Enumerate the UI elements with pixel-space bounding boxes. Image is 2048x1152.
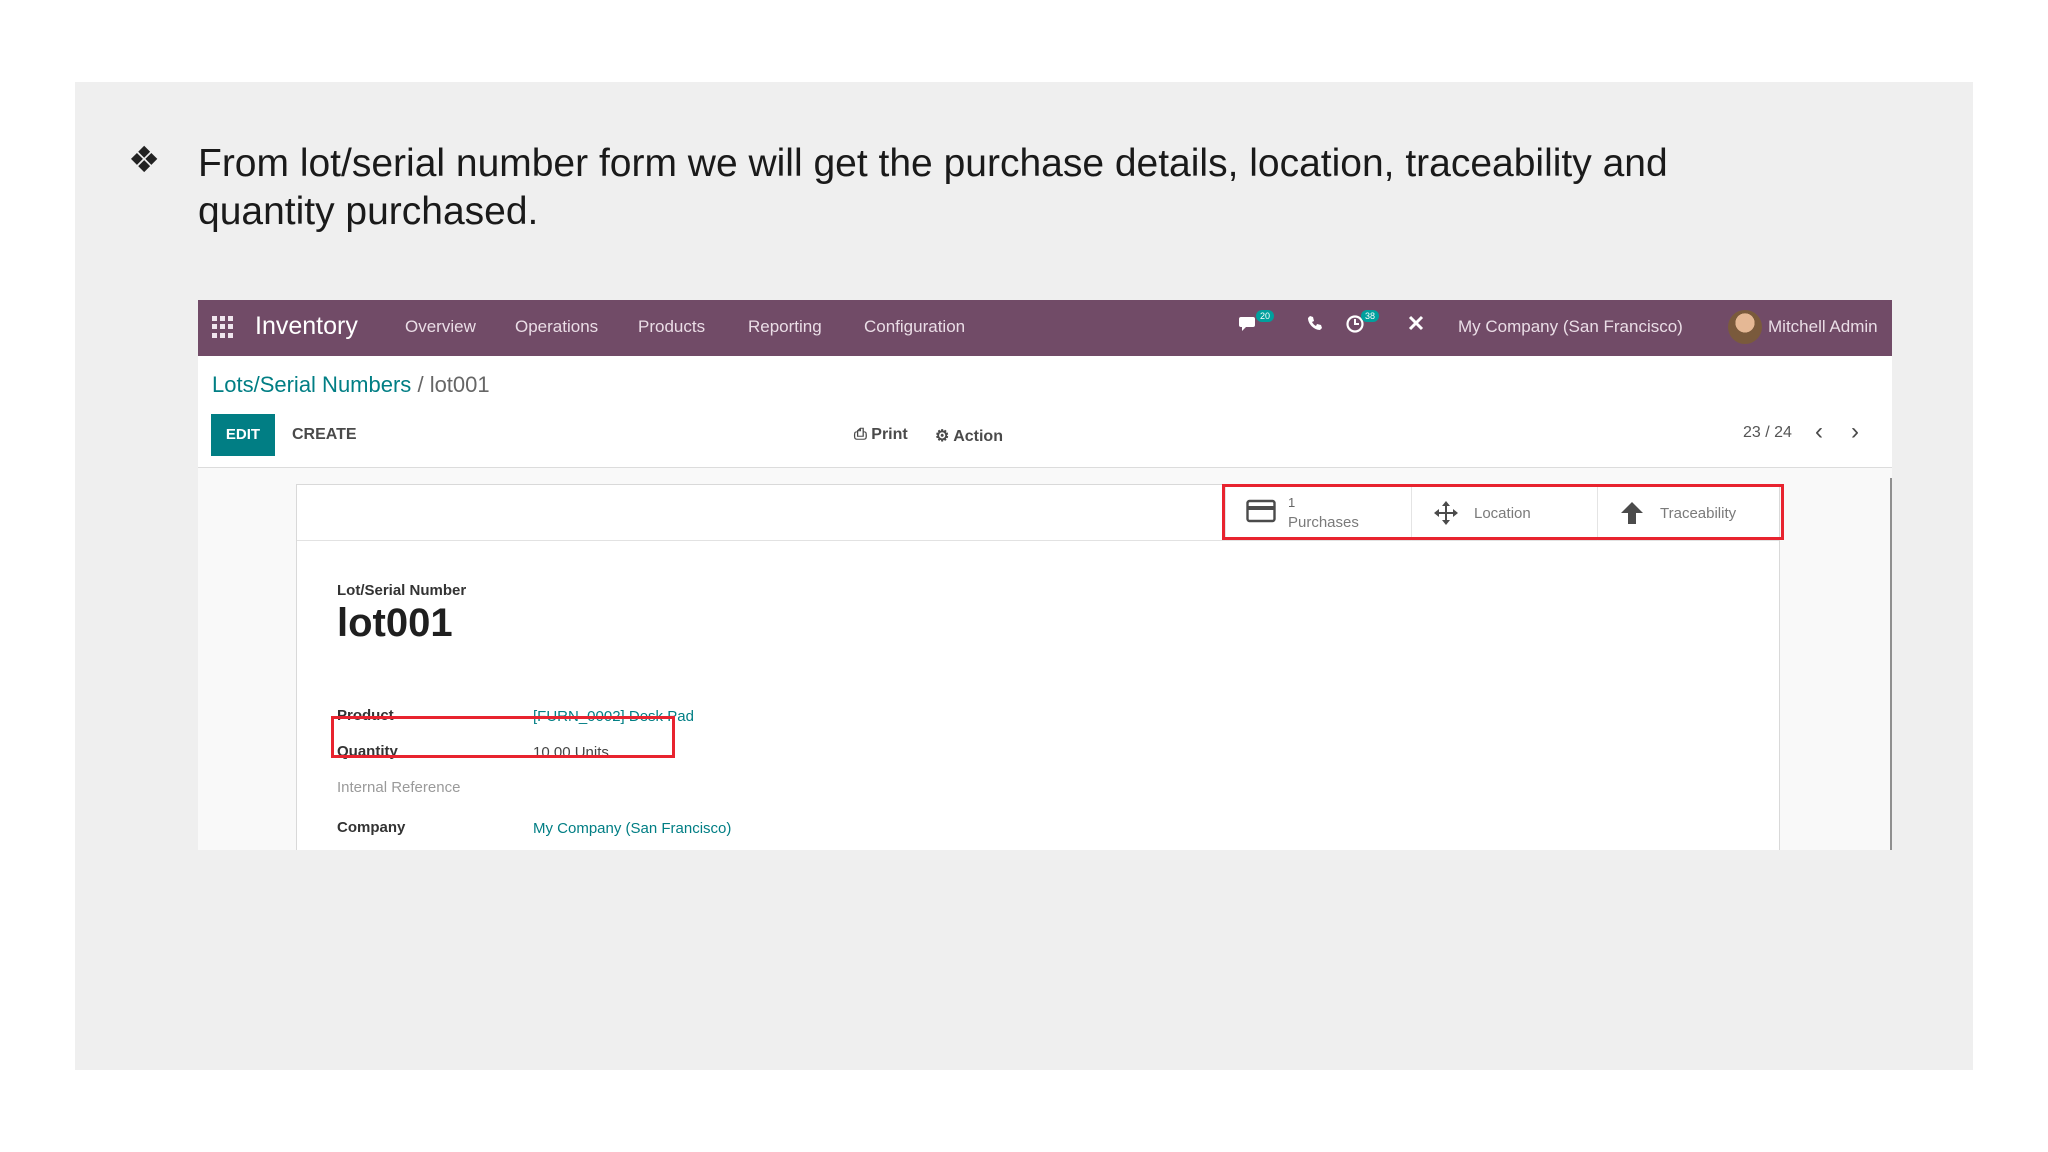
printer-icon: ⎙	[854, 426, 867, 443]
odoo-screenshot: Inventory Overview Operations Products R…	[198, 300, 1892, 850]
breadcrumb-separator: /	[417, 372, 424, 397]
phone-icon[interactable]	[1306, 314, 1324, 338]
print-label: Print	[871, 426, 908, 443]
user-menu[interactable]: Mitchell Admin	[1768, 317, 1878, 337]
company-label: Company	[337, 819, 406, 836]
smart-buttons-highlight	[1222, 484, 1784, 540]
form-scroll-edge	[1890, 478, 1892, 850]
lot-number-caption: Lot/Serial Number	[337, 582, 467, 599]
pager-value[interactable]: 23 / 24	[1743, 424, 1792, 442]
company-link[interactable]: My Company (San Francisco)	[533, 820, 731, 837]
quantity-highlight	[331, 716, 675, 758]
menu-configuration[interactable]: Configuration	[864, 317, 965, 337]
action-dropdown[interactable]: ⚙ Action	[935, 426, 1003, 446]
print-dropdown[interactable]: ⎙ Print	[854, 426, 908, 444]
internal-reference-label: Internal Reference	[337, 779, 461, 796]
menu-overview[interactable]: Overview	[405, 317, 476, 337]
bullet-icon: ❖	[128, 140, 161, 181]
activity-badge: 38	[1361, 310, 1380, 322]
menu-operations[interactable]: Operations	[515, 317, 598, 337]
user-avatar[interactable]	[1728, 310, 1762, 344]
menu-reporting[interactable]: Reporting	[748, 317, 822, 337]
edit-button[interactable]: EDIT	[211, 414, 275, 456]
create-button[interactable]: CREATE	[292, 426, 357, 444]
slide-caption: From lot/serial number form we will get …	[198, 142, 1668, 233]
breadcrumb-parent-link[interactable]: Lots/Serial Numbers	[212, 372, 411, 397]
lot-number-value: lot001	[337, 601, 453, 645]
action-label: Action	[953, 428, 1003, 445]
breadcrumb-current: lot001	[429, 372, 490, 397]
pager-next-icon[interactable]: ›	[1851, 418, 1859, 446]
apps-grid-icon[interactable]	[212, 316, 234, 338]
breadcrumb: Lots/Serial Numbers / lot001	[212, 372, 490, 398]
company-switcher[interactable]: My Company (San Francisco)	[1458, 317, 1683, 337]
pager-previous-icon[interactable]: ‹	[1815, 418, 1823, 446]
menu-products[interactable]: Products	[638, 317, 705, 337]
top-navbar: Inventory Overview Operations Products R…	[198, 300, 1892, 356]
chat-badge: 20	[1256, 310, 1275, 322]
debug-tools-icon[interactable]	[1407, 314, 1425, 338]
gear-icon: ⚙	[935, 428, 950, 445]
app-name[interactable]: Inventory	[255, 312, 358, 341]
